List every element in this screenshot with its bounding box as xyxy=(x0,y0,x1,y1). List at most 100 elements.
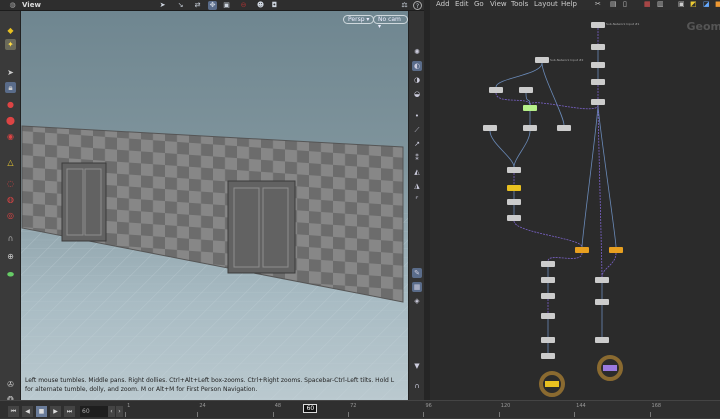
bounds-icon[interactable]: ⌜ xyxy=(412,195,422,205)
pose-icon[interactable]: ✦ xyxy=(5,39,16,50)
network-editor[interactable]: Geom Sub-Network Input #1 Sub-Network In… xyxy=(430,10,720,400)
edges-icon[interactable]: ⬤ xyxy=(5,115,16,126)
network-node[interactable] xyxy=(541,353,555,359)
arrow-icon[interactable]: ➤ xyxy=(5,67,16,78)
network-node[interactable] xyxy=(541,293,555,299)
menu-view[interactable]: View xyxy=(490,0,507,9)
network-node[interactable] xyxy=(591,62,605,68)
prims-icon[interactable]: ◉ xyxy=(5,131,16,142)
thumbnail-icon[interactable]: ▣ xyxy=(678,0,685,9)
network-node[interactable] xyxy=(575,247,589,253)
network-node[interactable] xyxy=(483,125,497,131)
network-node[interactable] xyxy=(591,79,605,85)
ghost-icon[interactable]: ◒ xyxy=(412,89,422,99)
link-icon[interactable]: ∩ xyxy=(412,381,422,391)
vertex-icon[interactable]: ↗ xyxy=(412,139,422,149)
transform-tool-icon[interactable]: ⇄ xyxy=(193,1,202,10)
menu-go[interactable]: Go xyxy=(474,0,484,9)
output-node[interactable] xyxy=(545,381,559,387)
network-node[interactable] xyxy=(541,337,555,343)
network-node[interactable] xyxy=(541,313,555,319)
timeline-tick-label: 1 xyxy=(127,403,131,409)
timeline-tick xyxy=(125,412,127,417)
menu-tools[interactable]: Tools xyxy=(511,0,528,9)
network-node[interactable] xyxy=(519,87,533,93)
image-icon[interactable]: ◪ xyxy=(703,0,710,9)
viewer-pane-icon[interactable]: ◍ xyxy=(8,1,17,10)
network-node[interactable] xyxy=(541,277,555,283)
display-toolbar: ✺ ◐ ◑ ◒ • ⟋ ↗ ⁑ ◭ ◮ ⌜ ✎ ▦ ◈ ▼ ∩ xyxy=(408,11,424,400)
notes-icon[interactable]: ▯ xyxy=(623,0,627,9)
point-display-icon[interactable]: • xyxy=(412,111,422,121)
select-connected-icon[interactable]: ◎ xyxy=(5,210,16,221)
prim-numbers-icon[interactable]: ◭ xyxy=(412,167,422,177)
help-icon[interactable]: ? xyxy=(413,1,422,10)
uv-icon[interactable]: ◮ xyxy=(412,181,422,191)
clipboard-icon[interactable]: ▤ xyxy=(610,0,617,9)
select-icon[interactable]: ◆ xyxy=(5,25,16,36)
sticky-note-icon[interactable]: ◩ xyxy=(690,0,697,9)
network-node[interactable] xyxy=(523,125,537,131)
pin-icon[interactable]: ▼ xyxy=(412,361,422,371)
timeline-ruler[interactable]: 1 24 48 72 96 120 144 168 xyxy=(0,401,720,419)
view-tool-icon[interactable]: ✥ xyxy=(208,1,217,10)
camera-icon[interactable]: ✇ xyxy=(5,379,16,390)
select-tool-icon[interactable]: ➤ xyxy=(158,1,167,10)
network-node[interactable] xyxy=(595,299,609,305)
render-icon[interactable]: ☻ xyxy=(256,1,265,10)
timeline-tick xyxy=(498,412,500,417)
perspective-dropdown[interactable]: Persp ▾ xyxy=(343,15,375,24)
wrench-icon[interactable]: ✂ xyxy=(595,0,601,9)
handle-icon[interactable]: ⊕ xyxy=(5,251,16,262)
network-node[interactable] xyxy=(489,87,503,93)
timeline-tick-label: 144 xyxy=(576,403,586,409)
record-icon[interactable]: ⊖ xyxy=(239,1,248,10)
magnet-icon[interactable]: ∩ xyxy=(5,233,16,244)
network-node[interactable] xyxy=(535,57,549,63)
background-icon[interactable]: ◈ xyxy=(412,296,422,306)
points-icon[interactable]: ● xyxy=(5,99,16,110)
snapshot-icon[interactable]: ◘ xyxy=(270,1,279,10)
network-node[interactable] xyxy=(541,261,555,267)
network-node[interactable] xyxy=(557,125,571,131)
network-node[interactable] xyxy=(591,99,605,105)
menu-layout[interactable]: Layout xyxy=(534,0,558,9)
snap-icon[interactable]: ▣ xyxy=(222,1,231,10)
network-node[interactable] xyxy=(595,277,609,283)
menu-help[interactable]: Help xyxy=(561,0,577,9)
wire-icon[interactable]: ◑ xyxy=(412,75,422,85)
handle-tool-icon[interactable]: ↘ xyxy=(176,1,185,10)
current-frame-marker[interactable]: 60 xyxy=(303,404,318,413)
select-visible-icon[interactable]: ◌ xyxy=(5,178,16,189)
network-node[interactable] xyxy=(507,185,521,191)
network-box-icon[interactable]: ■ xyxy=(715,0,720,9)
grid-layout-icon[interactable]: ▥ xyxy=(657,0,664,9)
network-node[interactable] xyxy=(507,199,521,205)
display-options-icon[interactable]: ⚖ xyxy=(400,1,409,10)
measure-icon[interactable]: △ xyxy=(5,157,16,168)
network-node[interactable] xyxy=(507,215,521,221)
network-node[interactable] xyxy=(595,337,609,343)
select-groups-icon[interactable]: ◍ xyxy=(5,194,16,205)
color-palette-icon[interactable]: ▦ xyxy=(644,0,651,9)
timeline-tick-label: 24 xyxy=(199,403,206,409)
paint-icon[interactable]: ✎ xyxy=(412,268,422,278)
network-node[interactable] xyxy=(609,247,623,253)
output-node[interactable] xyxy=(603,365,617,371)
lock-icon[interactable]: 🔒︎ xyxy=(5,82,16,93)
grid-icon[interactable]: ⬬ xyxy=(5,269,16,280)
menu-add[interactable]: Add xyxy=(436,0,450,9)
normals-icon[interactable]: ⟋ xyxy=(412,125,422,135)
light-icon[interactable]: ✺ xyxy=(412,47,422,57)
scene-canvas xyxy=(21,125,408,400)
network-node[interactable] xyxy=(507,167,521,173)
scene-viewport[interactable]: Persp ▾ No cam ▾ Left mouse tumbles. Mid… xyxy=(21,11,408,400)
texture-icon[interactable]: ▦ xyxy=(412,282,422,292)
numbers-icon[interactable]: ⁑ xyxy=(412,153,422,163)
network-node[interactable] xyxy=(591,22,605,28)
shading-icon[interactable]: ◐ xyxy=(412,61,422,71)
menu-edit[interactable]: Edit xyxy=(455,0,469,9)
network-node[interactable] xyxy=(591,44,605,50)
network-node[interactable] xyxy=(523,105,537,111)
camera-dropdown[interactable]: No cam ▾ xyxy=(373,15,408,30)
